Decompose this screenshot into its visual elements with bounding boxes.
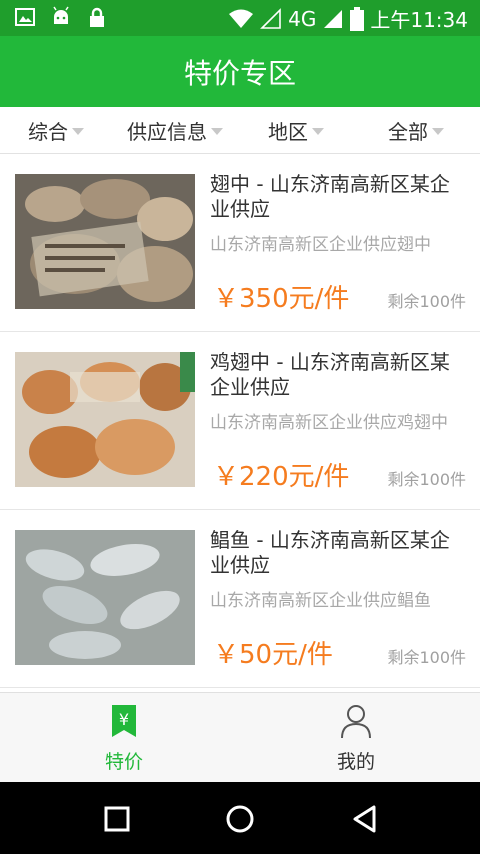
product-stock: 剩余100件 — [387, 470, 466, 489]
status-bar: 4G 上午11:34 — [0, 0, 480, 36]
yen-tag-icon: ¥ — [112, 705, 136, 737]
back-icon[interactable] — [348, 802, 382, 836]
bottom-tab-bar: ¥ 特价 我的 — [0, 692, 480, 782]
tab-label: 我的 — [336, 751, 375, 773]
filter-label: 全部 — [388, 120, 428, 144]
signal-icon — [260, 7, 281, 29]
page-title: 特价专区 — [183, 56, 296, 90]
product-image — [15, 530, 195, 665]
filter-bar: 综合 供应信息 地区 全部 — [0, 107, 480, 154]
svg-text:¥: ¥ — [119, 710, 129, 729]
product-item[interactable]: 翅中 - 山东济南高新区某企业供应 山东济南高新区企业供应翅中 ￥350元/件 … — [0, 154, 480, 332]
filter-region[interactable]: 地区 — [268, 107, 324, 154]
home-icon[interactable] — [223, 802, 257, 836]
product-title: 翅中 - 山东济南高新区某企业供应 — [210, 172, 450, 221]
tab-label: 特价 — [104, 751, 143, 773]
filter-label: 综合 — [28, 120, 68, 144]
status-time: 上午11:34 — [370, 8, 468, 32]
product-image — [15, 352, 195, 487]
filter-supply-info[interactable]: 供应信息 — [127, 107, 223, 154]
filter-label: 地区 — [268, 120, 308, 144]
network-type: 4G — [288, 6, 317, 31]
product-price: ￥220元/件 — [213, 462, 350, 492]
person-icon — [341, 705, 371, 739]
filter-label: 供应信息 — [127, 120, 207, 144]
cell-signal-icon — [324, 9, 343, 28]
product-price: ￥350元/件 — [213, 284, 350, 314]
product-image — [15, 174, 195, 309]
caret-down-icon — [312, 128, 324, 135]
product-description: 山东济南高新区企业供应鲳鱼 — [210, 591, 431, 611]
product-description: 山东济南高新区企业供应翅中 — [210, 235, 431, 255]
product-item[interactable]: 鲳鱼 - 山东济南高新区某企业供应 山东济南高新区企业供应鲳鱼 ￥50元/件 剩… — [0, 510, 480, 688]
tab-mine[interactable]: 我的 — [236, 693, 476, 783]
product-list: 翅中 - 山东济南高新区某企业供应 山东济南高新区企业供应翅中 ￥350元/件 … — [0, 154, 480, 688]
filter-all[interactable]: 全部 — [388, 107, 444, 154]
product-item[interactable]: 鸡翅中 - 山东济南高新区某企业供应 山东济南高新区企业供应鸡翅中 ￥220元/… — [0, 332, 480, 510]
caret-down-icon — [432, 128, 444, 135]
battery-icon — [350, 6, 365, 31]
system-navigation-bar — [0, 782, 480, 854]
caret-down-icon — [72, 128, 84, 135]
product-price: ￥50元/件 — [213, 640, 333, 670]
recents-icon[interactable] — [100, 802, 134, 836]
android-icon — [53, 6, 69, 24]
product-title: 鸡翅中 - 山东济南高新区某企业供应 — [210, 350, 450, 399]
product-title: 鲳鱼 - 山东济南高新区某企业供应 — [210, 528, 450, 577]
caret-down-icon — [211, 128, 223, 135]
product-description: 山东济南高新区企业供应鸡翅中 — [210, 413, 448, 433]
app-header: 特价专区 — [0, 36, 480, 107]
filter-sort-overall[interactable]: 综合 — [28, 107, 84, 154]
lock-icon — [90, 7, 104, 27]
product-stock: 剩余100件 — [387, 648, 466, 667]
wifi-icon — [229, 9, 254, 28]
product-stock: 剩余100件 — [387, 292, 466, 311]
tab-special-offers[interactable]: ¥ 特价 — [4, 693, 244, 783]
image-icon — [15, 8, 35, 26]
